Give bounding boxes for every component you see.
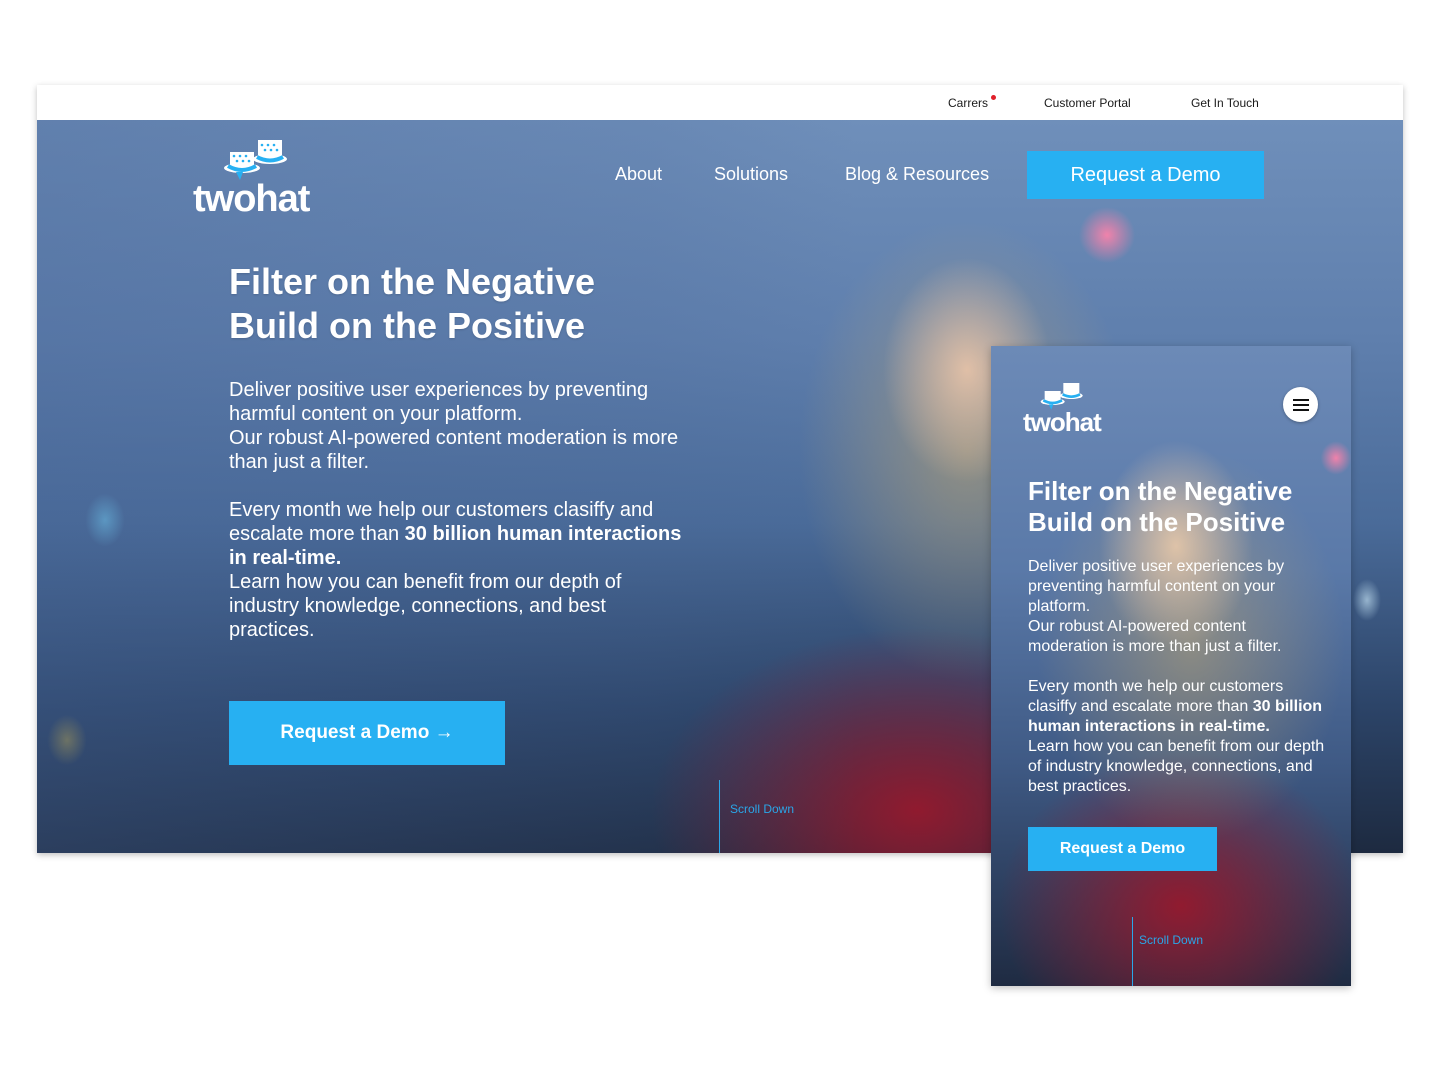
mobile-hero-title-line-2: Build on the Positive [1028,507,1286,537]
scroll-down-link[interactable]: Scroll Down [730,802,794,816]
hero-title: Filter on the Negative Build on the Posi… [229,260,595,348]
nav-item-blog-resources[interactable]: Blog & Resources [845,164,989,185]
mobile-request-demo-button[interactable]: Request a Demo [1028,827,1217,871]
nav-item-solutions[interactable]: Solutions [714,164,788,185]
hero-paragraph-1-line-2: Our robust AI-powered content moderation… [229,427,679,473]
hero-paragraph-2: Every month we help our customers clasif… [229,498,689,642]
brand-wordmark[interactable]: twohat [193,178,310,221]
mobile-mockup: twohat Filter on the Negative Build on t… [991,346,1351,986]
notification-dot-icon [991,95,996,100]
brand-wordmark[interactable]: twohat [1023,407,1102,438]
mobile-hero-paragraph-1: Deliver positive user experiences by pre… [1028,557,1328,657]
hero-paragraph-1: Deliver positive user experiences by pre… [229,378,689,474]
mobile-hero-title-line-1: Filter on the Negative [1028,476,1293,506]
utility-bar: Carrers Customer Portal Get In Touch [37,85,1403,120]
hero-title-line-1: Filter on the Negative [229,261,596,302]
mobile-hero-paragraph-2: Every month we help our customers clasif… [1028,677,1328,797]
nav-request-demo-button[interactable]: Request a Demo [1027,151,1264,199]
hero-paragraph-2-text-b: Learn how you can benefit from our depth… [229,571,622,641]
mobile-hero-title: Filter on the Negative Build on the Posi… [1028,476,1292,538]
menu-icon-bar [1292,408,1309,411]
hero-paragraph-1-line-1: Deliver positive user experiences by pre… [229,379,649,425]
utility-link-get-in-touch[interactable]: Get In Touch [1191,96,1259,110]
menu-icon [1292,398,1309,401]
nav-item-about[interactable]: About [615,164,662,185]
hero-request-demo-button[interactable]: Request a Demo → [229,701,505,765]
mobile-hero-paragraph-2-text-a: Every month we help our customers clasif… [1028,678,1284,715]
mobile-hero-paragraph-1-line-1: Deliver positive user experiences by pre… [1028,558,1285,615]
menu-icon-bar [1292,403,1309,406]
menu-button[interactable] [1283,387,1318,422]
hero-title-line-2: Build on the Positive [229,305,586,346]
utility-link-customer-portal[interactable]: Customer Portal [1044,96,1131,110]
scroll-indicator-line [719,780,720,853]
mobile-hero-paragraph-2-text-b: Learn how you can benefit from our depth… [1028,738,1325,795]
mobile-hero-paragraph-1-line-2: Our robust AI-powered content moderation… [1028,618,1282,655]
hat-logo-icon [224,140,287,180]
mobile-scroll-indicator-line [1132,917,1133,986]
utility-link-careers[interactable]: Carrers [948,96,988,110]
mobile-scroll-down-link[interactable]: Scroll Down [1139,933,1203,947]
